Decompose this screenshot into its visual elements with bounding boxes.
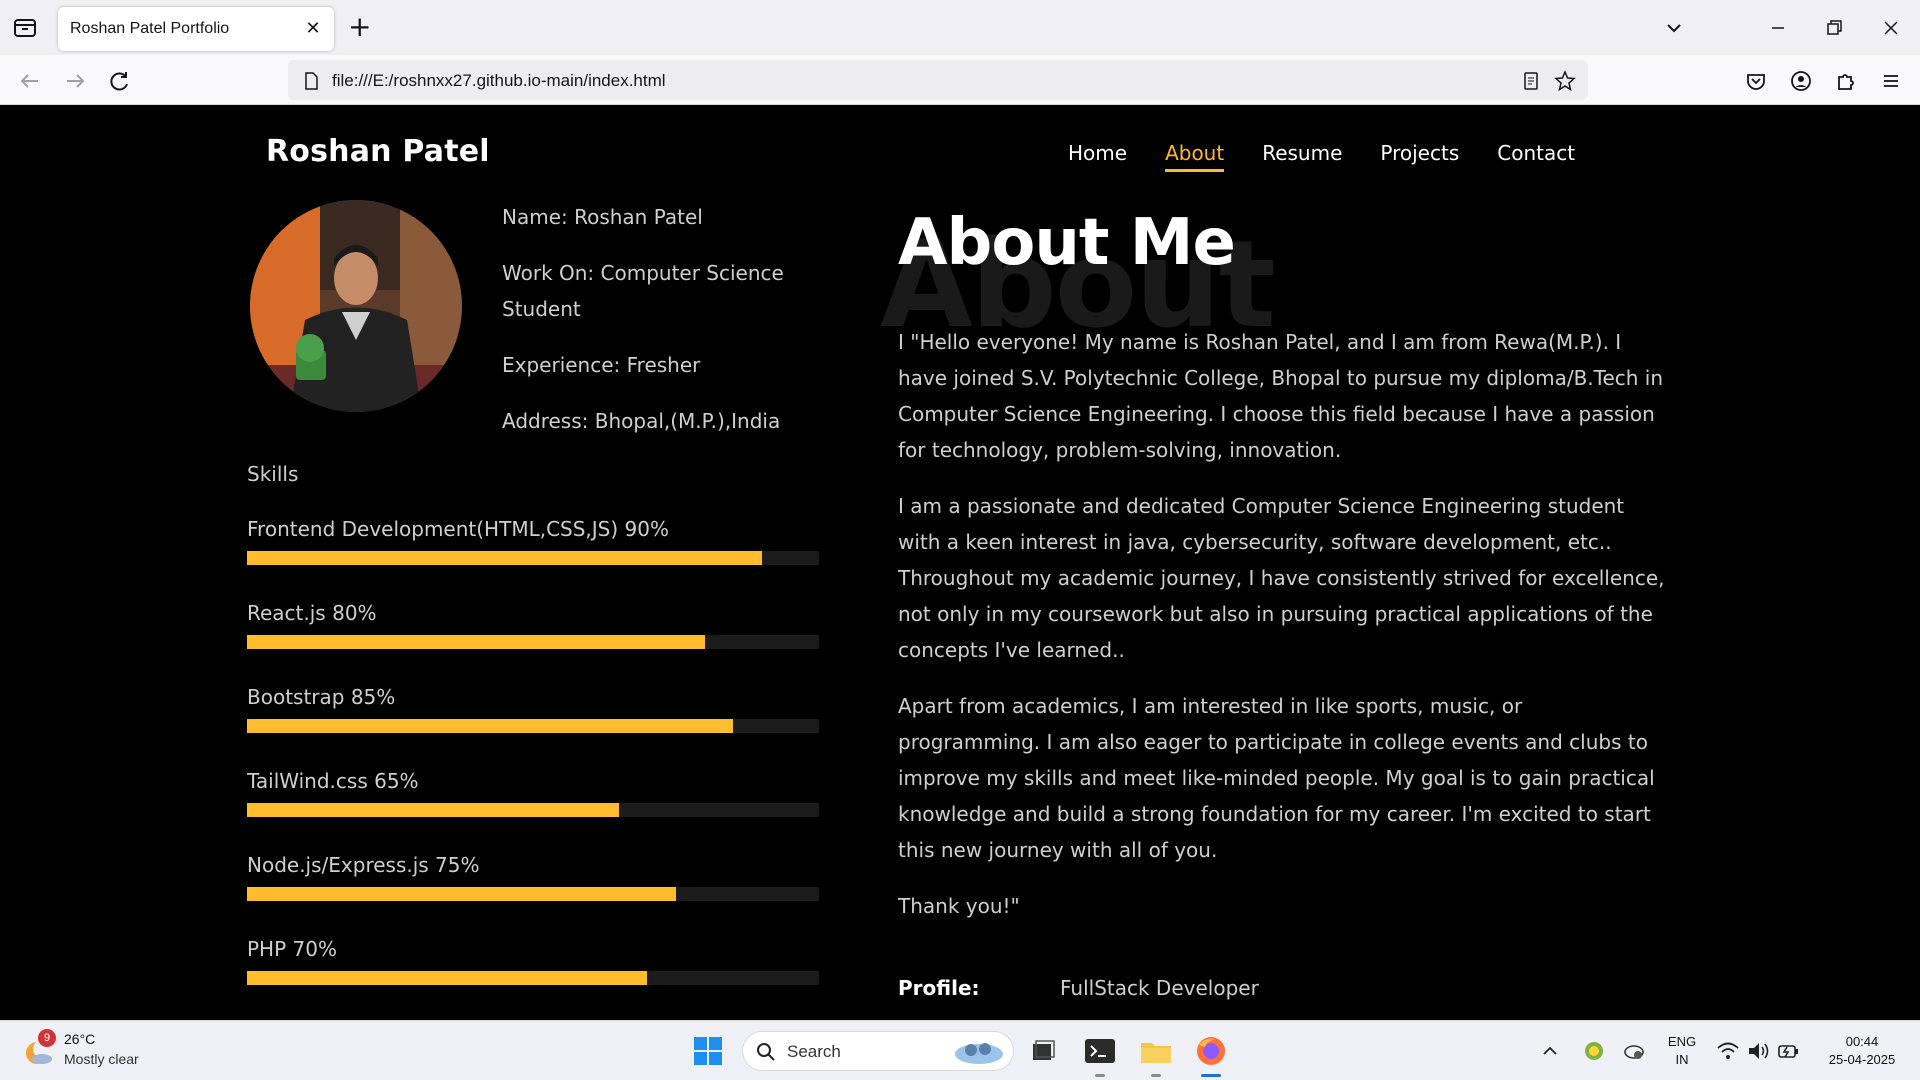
tab-overflow-chevron-icon[interactable] [1660,14,1688,42]
pocket-icon[interactable] [1742,67,1770,95]
profile-label: Profile: [898,976,980,1000]
restore-window-button[interactable] [1820,14,1848,42]
url-bar[interactable]: file:///E:/roshnxx27.github.io-main/inde… [288,60,1588,100]
task-view-icon[interactable] [1024,1033,1060,1069]
info-experience: Experience: Fresher [502,353,701,377]
page-file-icon [300,70,322,92]
clock[interactable]: 00:44 25-04-2025 [1814,1033,1910,1069]
clock-date: 25-04-2025 [1828,1052,1896,1067]
about-paragraph: I am a passionate and dedicated Computer… [898,494,1665,662]
taskbar-search-input[interactable]: Search [742,1031,1014,1071]
skill-item: Frontend Development(HTML,CSS,JS) 90% [247,517,819,565]
skill-item: PHP 70% [247,937,819,985]
reader-view-icon[interactable] [1520,70,1542,92]
nav-about[interactable]: About [1165,141,1225,172]
personal-info: Name: Roshan Patel Work On: Computer Sci… [502,199,832,459]
new-tab-button[interactable]: + [348,13,371,41]
skill-progress-bar [247,971,819,985]
account-icon[interactable] [1787,67,1815,95]
profile-value: FullStack Developer [1060,976,1259,1000]
skill-progress-fill [247,551,762,565]
close-window-button[interactable] [1877,14,1905,42]
minimize-window-button[interactable] [1764,14,1792,42]
clock-time: 00:44 [1845,1034,1879,1049]
nav-resume[interactable]: Resume [1262,141,1342,172]
about-paragraph: Thank you!" [898,894,1020,918]
skill-progress-bar [247,887,819,901]
skill-progress-fill [247,887,676,901]
about-paragraph: I "Hello everyone! My name is Roshan Pat… [898,330,1664,462]
windows-start-icon[interactable] [690,1033,726,1069]
skill-progress-fill [247,719,734,733]
site-brand[interactable]: Roshan Patel [266,134,490,169]
forward-arrow-icon[interactable] [61,67,89,95]
skill-progress-fill [247,971,648,985]
weather-description[interactable]: Mostly clear [64,1051,139,1067]
browser-tab[interactable]: Roshan Patel Portfolio ✕ [58,7,334,51]
file-explorer-icon[interactable] [1138,1033,1174,1069]
browser-tab-bar: Roshan Patel Portfolio ✕ + [0,0,1920,55]
show-hidden-icons-chevron-icon[interactable] [1536,1037,1564,1065]
skill-label: Bootstrap 85% [247,685,396,709]
skill-progress-bar [247,551,819,565]
taskbar: 9 26°C Mostly clear Search ENG IN 00:44 … [0,1020,1920,1080]
info-address: Address: Bhopal,(M.P.),India [502,409,781,433]
skill-label: React.js 80% [247,601,377,625]
weather-temperature[interactable]: 26°C [64,1031,95,1047]
skill-progress-fill [247,635,705,649]
language-indicator[interactable]: ENG IN [1664,1033,1700,1069]
site-nav: Home About Resume Projects Contact [1068,141,1575,172]
portfolio-page: Roshan Patel Home About Resume Projects … [0,106,1920,1020]
language-region: IN [1675,1052,1689,1067]
info-name: Name: Roshan Patel [502,205,703,229]
skill-item: React.js 80% [247,601,819,649]
reload-icon[interactable] [106,67,134,95]
language-code: ENG [1667,1034,1697,1049]
menu-hamburger-icon[interactable] [1877,67,1905,95]
bookmark-star-icon[interactable] [1554,70,1576,92]
skill-item: TailWind.css 65% [247,769,819,817]
skill-progress-bar [247,635,819,649]
terminal-running-indicator [1095,1074,1105,1077]
back-arrow-icon[interactable] [16,67,44,95]
nav-contact[interactable]: Contact [1497,141,1575,172]
browser-nav-bar: file:///E:/roshnxx27.github.io-main/inde… [0,55,1920,105]
extensions-icon[interactable] [1832,67,1860,95]
about-paragraph: Apart from academics, I am interested in… [898,694,1655,862]
nav-projects[interactable]: Projects [1380,141,1459,172]
firefox-icon[interactable] [1193,1033,1229,1069]
skill-item: Node.js/Express.js 75% [247,853,819,901]
onedrive-icon[interactable] [1620,1037,1648,1065]
skill-label: Node.js/Express.js 75% [247,853,480,877]
explorer-running-indicator [1151,1074,1161,1077]
wifi-icon[interactable] [1714,1037,1742,1065]
skill-progress-bar [247,719,819,733]
tab-list-icon[interactable] [12,16,38,40]
skill-label: TailWind.css 65% [247,769,419,793]
app-tray-icon[interactable] [1580,1037,1608,1065]
about-text: I "Hello everyone! My name is Roshan Pat… [898,324,1668,944]
nav-home[interactable]: Home [1068,141,1127,172]
search-label: Search [787,1042,841,1061]
tab-title: Roshan Patel Portfolio [70,20,230,37]
search-icon [757,1043,775,1061]
skill-item: Bootstrap 85% [247,685,819,733]
skills-title: Skills [247,462,299,486]
profile-photo [250,200,462,412]
battery-charging-icon[interactable] [1774,1037,1802,1065]
weather-badge: 9 [38,1029,56,1047]
skill-progress-bar [247,803,819,817]
info-work: Work On: Computer Science Student [502,261,784,321]
search-highlight-icon [955,1043,1003,1064]
terminal-icon[interactable] [1082,1033,1118,1069]
skill-label: PHP 70% [247,937,337,961]
volume-icon[interactable] [1744,1037,1772,1065]
skill-label: Frontend Development(HTML,CSS,JS) 90% [247,517,669,541]
url-text[interactable]: file:///E:/roshnxx27.github.io-main/inde… [332,71,666,91]
about-title: About Me [898,206,1236,280]
tab-close-button[interactable]: ✕ [302,18,324,40]
firefox-active-indicator [1201,1074,1221,1077]
skill-progress-fill [247,803,619,817]
